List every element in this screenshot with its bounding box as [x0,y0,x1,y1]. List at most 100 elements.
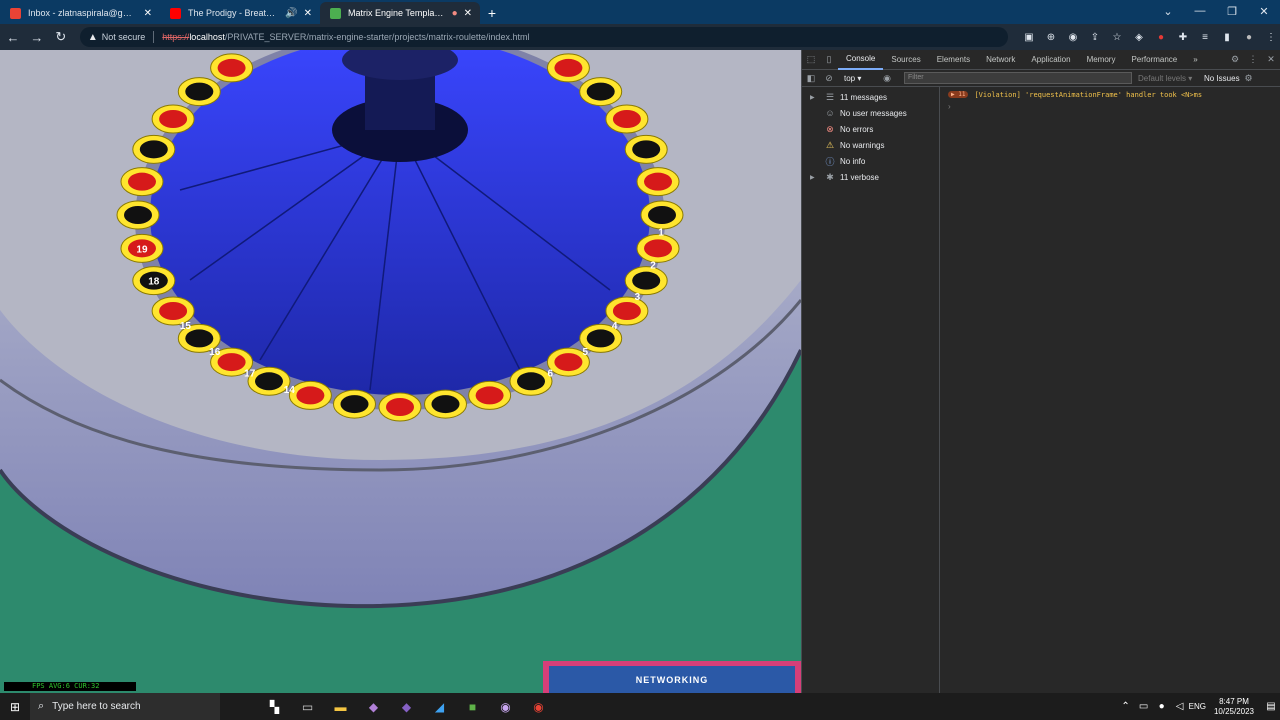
sidebar-item-user-messages[interactable]: ☺ No user messages [802,105,939,121]
windows-start-icon[interactable]: ⊞ [0,693,30,720]
share-icon[interactable]: ⇪ [1086,28,1104,46]
avatar[interactable]: ● [1240,28,1258,46]
close-window-icon[interactable]: ✕ [1248,0,1280,22]
menu-icon[interactable]: ⋮ [1262,28,1280,46]
sidebar-toggle-icon[interactable]: ◧ [802,70,820,87]
sidepanel-icon[interactable]: ▮ [1218,28,1236,46]
roulette-pocket [640,200,684,230]
tray-arrow-icon[interactable]: ⌃ [1117,701,1135,712]
back-icon[interactable]: ← [2,26,24,48]
language-indicator[interactable]: ENG [1189,702,1206,711]
record-extension-icon[interactable]: ● [1152,28,1170,46]
expand-icon[interactable]: ▶ [810,94,822,101]
windows-taskbar: ⊞ ⌕ Type here to search ▚ ▭ ▬ ◆ ◆ ◢ ■ ◉ … [0,693,1280,720]
sidebar-item-warnings[interactable]: ⚠ No warnings [802,137,939,153]
log-levels-select[interactable]: Default levels ▾ [1138,74,1196,83]
notifications-icon[interactable]: ▤ [1262,701,1280,712]
tab-sources[interactable]: Sources [883,50,928,70]
close-devtools-icon[interactable]: ✕ [1262,50,1280,70]
camera-icon[interactable]: ▣ [1020,28,1038,46]
warning-icon[interactable]: ▲ [88,32,98,43]
security-label[interactable]: Not secure [102,32,146,42]
inspect-icon[interactable]: ⬚ [802,50,820,70]
kebab-menu-icon[interactable]: ⋮ [1244,50,1262,70]
settings-gear-icon[interactable]: ⚙ [1226,50,1244,70]
sidebar-item-errors[interactable]: ⊗ No errors [802,121,939,137]
tab-application[interactable]: Application [1023,50,1078,70]
tab-elements[interactable]: Elements [929,50,978,70]
obs-icon[interactable]: ◉ [489,693,522,720]
volume-icon[interactable]: ◁ [1171,701,1189,712]
more-tabs-icon[interactable]: » [1185,50,1205,70]
context-select[interactable]: top ▾ [844,74,878,83]
close-tab-icon[interactable]: ✕ [304,8,312,19]
tab-performance[interactable]: Performance [1123,50,1185,70]
clear-console-icon[interactable]: ⊘ [820,70,838,87]
game-viewport[interactable]: 15 16 17 18 19 14 3 4 5 6 2 1 FPS AVG:6 CUR:32 NETW… [0,50,801,693]
list-icon: ☰ [825,91,835,102]
tab-network[interactable]: Network [978,50,1023,70]
visual-studio-icon[interactable]: ◆ [357,693,390,720]
live-expression-eye-icon[interactable]: ◉ [878,70,896,87]
device-toolbar-icon[interactable]: ▯ [820,50,838,70]
minecraft-icon[interactable]: ■ [456,693,489,720]
microphone-icon[interactable]: ● [1153,701,1171,712]
bookmark-star-icon[interactable]: ☆ [1108,28,1126,46]
extension-icon[interactable]: ◈ [1130,28,1148,46]
tab-search-icon[interactable]: ⌄ [1152,0,1184,22]
roulette-pocket [333,389,377,419]
restore-icon[interactable]: ❐ [1216,0,1248,22]
sidebar-item-messages[interactable]: ▶ ☰ 11 messages [802,89,939,105]
roulette-scene[interactable]: 15 16 17 18 19 14 3 4 5 6 2 1 [0,50,801,693]
console-prompt[interactable]: › [940,102,1280,111]
puzzle-icon[interactable]: ✚ [1174,28,1192,46]
recording-icon: ● [451,7,458,19]
pocket-number: 4 [612,321,618,332]
roulette-pocket [636,167,680,197]
pocket-number: 3 [635,292,641,303]
tab-console[interactable]: Console [838,50,884,70]
task-view-icon[interactable]: ▚ [258,693,291,720]
tab-strip: Inbox - zlatnaspirala@gmail.com ✕ The Pr… [0,0,1280,24]
visual-studio-alt-icon[interactable]: ◆ [390,693,423,720]
close-tab-icon[interactable]: ✕ [144,8,152,19]
tab-gmail[interactable]: Inbox - zlatnaspirala@gmail.com ✕ [0,2,160,24]
minimize-icon[interactable]: — [1184,0,1216,22]
new-tab-button[interactable]: + [480,2,504,24]
address-bar[interactable]: ▲ Not secure https:// localhost /PRIVATE… [79,27,1008,47]
pocket-number: 14 [284,385,296,396]
roulette-pocket [210,53,254,83]
close-tab-icon[interactable]: ✕ [464,8,472,19]
tab-youtube[interactable]: The Prodigy - Breathe (Official 🔊 ✕ [160,2,320,24]
sidebar-item-info[interactable]: ⓘ No info [802,153,939,169]
vscode-icon[interactable]: ◢ [423,693,456,720]
tab-title: Matrix Engine Template - Pl [348,8,446,18]
system-tray: ⌃ ▭ ● ◁ ENG 8:47 PM 10/25/2023 ▤ [1117,697,1280,717]
eye-icon[interactable]: ◉ [1064,28,1082,46]
chrome-icon[interactable]: ◉ [522,693,555,720]
expand-icon[interactable]: ▶ [810,174,822,181]
file-explorer-icon[interactable]: ▬ [324,693,357,720]
console-settings-icon[interactable]: ⚙ [1240,70,1258,87]
reading-list-icon[interactable]: ≡ [1196,28,1214,46]
tab-memory[interactable]: Memory [1079,50,1124,70]
clock[interactable]: 8:47 PM 10/25/2023 [1214,697,1254,717]
pocket-number: 2 [650,261,656,272]
install-icon[interactable]: ⊕ [1042,28,1060,46]
sidebar-item-verbose[interactable]: ▶ ✱ 11 verbose [802,169,939,185]
youtube-icon [170,8,181,19]
terminal-icon[interactable]: ▭ [291,693,324,720]
forward-icon[interactable]: → [26,26,48,48]
console-messages: ▶ 11 [Violation] 'requestAnimationFrame'… [940,87,1280,693]
networking-button[interactable]: NETWORKING [549,666,795,693]
audio-icon[interactable]: 🔊 [285,8,297,19]
reload-icon[interactable]: ↻ [50,26,72,48]
filter-input[interactable]: Filter [904,72,1132,84]
issues-button[interactable]: No Issues [1204,74,1240,83]
log-message[interactable]: ▶ 11 [Violation] 'requestAnimationFrame'… [940,89,1280,100]
taskbar-search[interactable]: ⌕ Type here to search [30,693,220,720]
roulette-pocket [116,200,160,230]
devtools-tabbar: ⬚ ▯ Console Sources Elements Network App… [802,50,1280,70]
tab-matrix-engine[interactable]: Matrix Engine Template - Pl ● ✕ [320,2,480,24]
network-icon[interactable]: ▭ [1135,701,1153,712]
